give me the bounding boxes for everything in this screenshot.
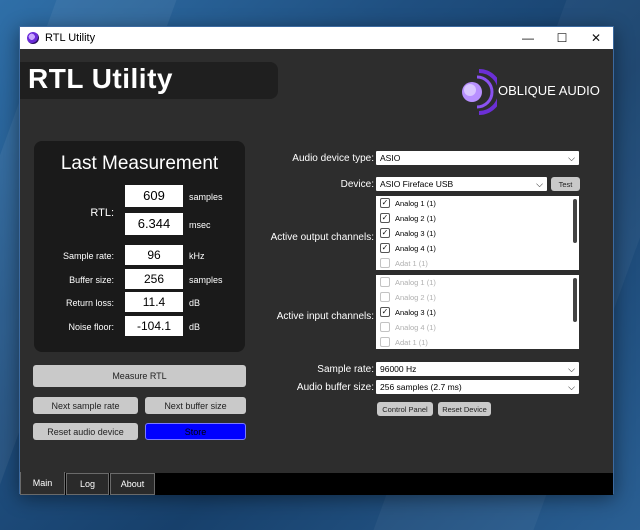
buffer-size-select[interactable]: 256 samples (2.7 ms) ⌵ [376, 380, 579, 394]
device-select[interactable]: ASIO Fireface USB ⌵ [376, 177, 547, 191]
input-channel-item[interactable]: Analog 2 (1) [380, 290, 436, 304]
return-loss-value: 11.4 [125, 292, 183, 312]
test-button[interactable]: Test [551, 177, 580, 191]
output-channel-item[interactable]: ✓ Analog 3 (1) [380, 226, 436, 240]
device-value: ASIO Fireface USB [380, 179, 454, 189]
next-buffer-size-button[interactable]: Next buffer size [145, 397, 246, 414]
buffer-size-label: Buffer size: [69, 275, 114, 285]
output-channel-list[interactable]: ✓ Analog 1 (1) ✓ Analog 2 (1) ✓ Analog 3 (1… [376, 196, 579, 270]
checkbox-empty[interactable] [380, 322, 390, 332]
checkmark-icon[interactable]: ✓ [380, 228, 390, 238]
input-channel-item[interactable]: Analog 1 (1) [380, 275, 436, 289]
rtl-msec-unit: msec [189, 220, 211, 230]
noise-floor-value: -104.1 [125, 316, 183, 336]
device-type-value: ASIO [380, 153, 401, 163]
output-channel-item[interactable]: ✓ Analog 1 (1) [380, 196, 436, 210]
checkbox-empty[interactable] [380, 292, 390, 302]
buffer-size-select-value: 256 samples (2.7 ms) [380, 382, 462, 392]
rtl-samples-unit: samples [189, 192, 223, 202]
noise-floor-label: Noise floor: [68, 322, 114, 332]
sample-rate-select[interactable]: 96000 Hz ⌵ [376, 362, 579, 376]
input-channel-list[interactable]: Analog 1 (1) Analog 2 (1) ✓ Analog 3 (1) … [376, 275, 579, 349]
buffer-size-value: 256 [125, 269, 183, 289]
sample-rate-setting-label: Sample rate: [317, 364, 374, 375]
input-channel-item[interactable]: Adat 1 (1) [380, 335, 428, 349]
control-panel-button[interactable]: Control Panel [377, 402, 433, 416]
reset-audio-device-button[interactable]: Reset audio device [33, 423, 138, 440]
tab-main[interactable]: Main [20, 472, 65, 495]
rtl-label: RTL: [90, 207, 114, 219]
tab-about[interactable]: About [110, 473, 155, 495]
app-window: RTL Utility — ☐ ✕ RTL Utility OBLIQUE AU… [19, 26, 614, 495]
client-area: RTL Utility OBLIQUE AUDIO Last Measureme… [20, 49, 613, 495]
device-label: Device: [340, 179, 374, 190]
output-list-scrollbar[interactable] [573, 199, 577, 243]
chevron-down-icon: ⌵ [568, 382, 575, 392]
app-logo-title: RTL Utility [28, 63, 173, 94]
window-controls: — ☐ ✕ [511, 27, 613, 49]
input-channel-item[interactable]: ✓ Analog 3 (1) [380, 305, 436, 319]
checkbox-empty[interactable] [380, 258, 390, 268]
output-channels-label: Active output channels: [270, 232, 374, 243]
chevron-down-icon: ⌵ [568, 364, 575, 374]
rtl-msec-value: 6.344 [125, 213, 183, 235]
sample-rate-value: 96 [125, 245, 183, 265]
last-measurement-panel: Last Measurement RTL: 609 samples 6.344 … [34, 141, 245, 352]
checkmark-icon[interactable]: ✓ [380, 307, 390, 317]
chevron-down-icon: ⌵ [568, 153, 575, 163]
maximize-button[interactable]: ☐ [545, 27, 579, 49]
sample-rate-select-value: 96000 Hz [380, 364, 417, 374]
return-loss-unit: dB [189, 298, 201, 308]
sample-rate-label: Sample rate: [62, 251, 114, 261]
app-icon [27, 32, 39, 44]
device-type-label: Audio device type: [292, 153, 374, 164]
window-title: RTL Utility [45, 32, 96, 44]
input-list-scrollbar[interactable] [573, 278, 577, 322]
buffer-size-setting-label: Audio buffer size: [296, 382, 374, 393]
device-type-select[interactable]: ASIO ⌵ [376, 151, 579, 165]
output-channel-item[interactable]: ✓ Analog 4 (1) [380, 241, 436, 255]
brand-logo: OBLIQUE AUDIO [457, 67, 600, 119]
chevron-down-icon: ⌵ [536, 179, 543, 189]
next-sample-rate-button[interactable]: Next sample rate [33, 397, 138, 414]
checkbox-empty[interactable] [380, 337, 390, 347]
output-channel-item[interactable]: Adat 1 (1) [380, 256, 428, 270]
return-loss-label: Return loss: [65, 298, 114, 308]
brand-name: OBLIQUE AUDIO [498, 83, 600, 98]
close-button[interactable]: ✕ [579, 27, 613, 49]
oblique-audio-swirl-icon [462, 69, 497, 115]
store-button[interactable]: Store [145, 423, 246, 440]
output-channel-item[interactable]: ✓ Analog 2 (1) [380, 211, 436, 225]
minimize-button[interactable]: — [511, 27, 545, 49]
reset-device-button[interactable]: Reset Device [438, 402, 491, 416]
sample-rate-unit: kHz [189, 251, 205, 261]
checkmark-icon[interactable]: ✓ [380, 243, 390, 253]
tab-log[interactable]: Log [66, 473, 109, 495]
rtl-samples-value: 609 [125, 185, 183, 207]
measurement-title: Last Measurement [60, 153, 219, 174]
checkmark-icon[interactable]: ✓ [380, 198, 390, 208]
noise-floor-unit: dB [189, 322, 201, 332]
buffer-size-unit: samples [189, 275, 223, 285]
measure-rtl-button[interactable]: Measure RTL [33, 365, 246, 387]
checkmark-icon[interactable]: ✓ [380, 213, 390, 223]
input-channels-label: Active input channels: [276, 311, 374, 322]
title-bar: RTL Utility — ☐ ✕ [20, 27, 613, 49]
input-channel-item[interactable]: Analog 4 (1) [380, 320, 436, 334]
checkbox-empty[interactable] [380, 277, 390, 287]
